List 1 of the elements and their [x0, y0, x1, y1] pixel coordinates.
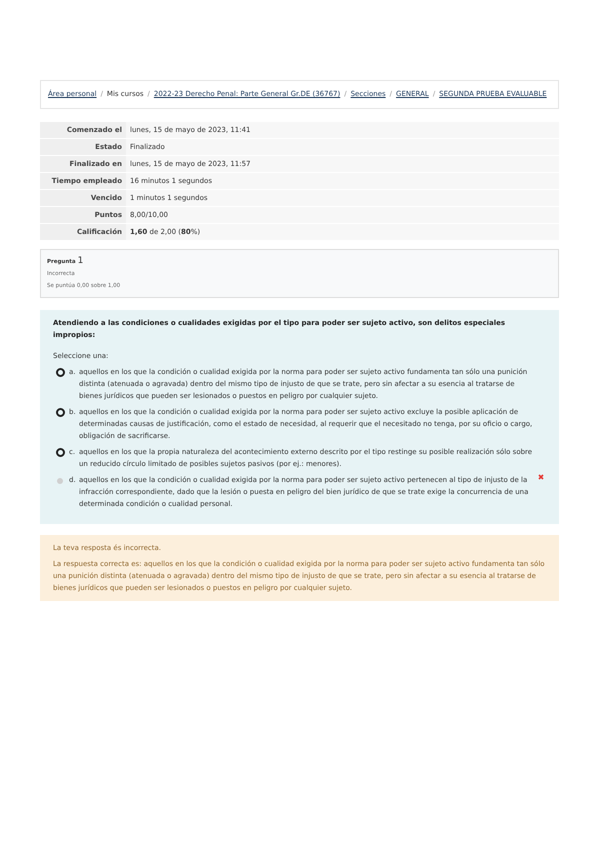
question-number: 1 — [78, 255, 84, 267]
